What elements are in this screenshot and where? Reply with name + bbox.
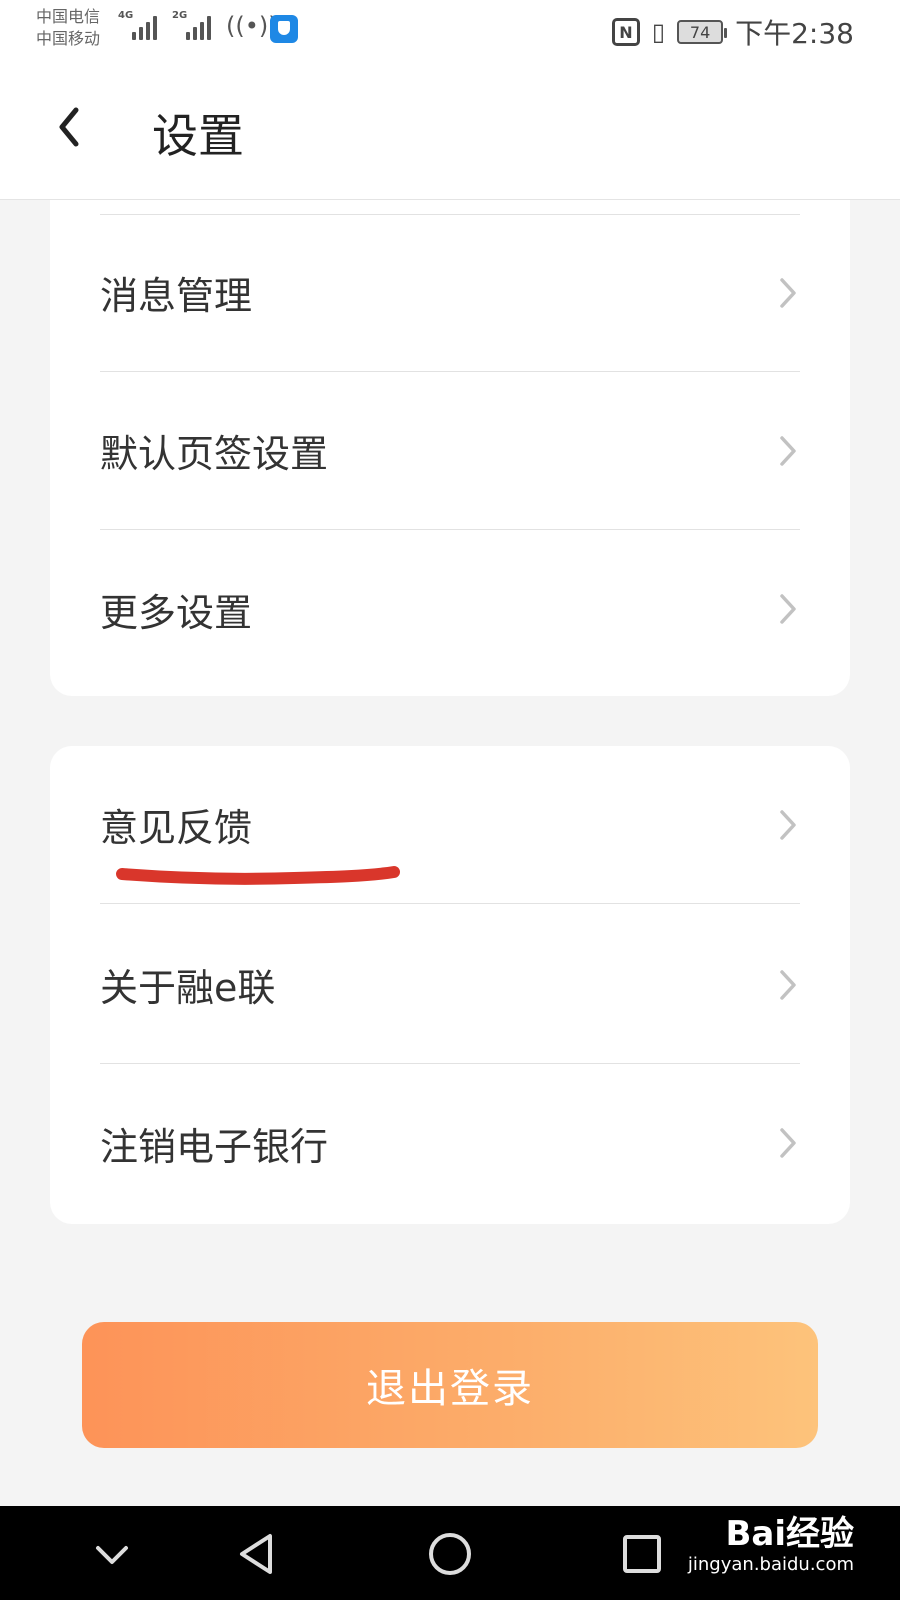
clock: 下午2:38 — [735, 17, 854, 50]
system-nav-bar: Bai经验 jingyan.baidu.com — [0, 1506, 900, 1600]
settings-item-label: 意见反馈 — [100, 806, 253, 850]
sim2-network-label: 2G — [172, 10, 188, 21]
security-shield-icon — [270, 15, 298, 43]
battery-icon: 74 — [677, 20, 728, 44]
square-recents-icon — [623, 1535, 661, 1573]
vibrate-icon: ▯ — [651, 18, 666, 46]
page-title: 设置 — [152, 109, 244, 163]
chevron-down-icon — [96, 1546, 128, 1564]
status-bar: 中国电信 中国移动 4G 2G ((•))2 N ▯ 74 下午2:38 — [0, 0, 900, 62]
carrier-2: 中国移动 — [36, 29, 101, 48]
settings-item-label: 更多设置 — [100, 590, 253, 635]
settings-item-label: 默认页签设置 — [100, 432, 329, 476]
nav-back-button[interactable] — [228, 1526, 288, 1582]
settings-item-about[interactable]: 关于融e联 — [100, 906, 800, 1064]
nfc-icon: N — [611, 18, 640, 46]
chevron-left-icon — [59, 107, 79, 147]
settings-item-default-tab[interactable]: 默认页签设置 — [100, 372, 800, 530]
circle-home-icon — [429, 1533, 471, 1575]
signal-sim1-icon: 4G — [118, 10, 157, 40]
logout-button[interactable]: 退出登录 — [82, 1322, 818, 1448]
watermark-sub: jingyan.baidu.com — [687, 1554, 854, 1575]
nav-recents-button[interactable] — [612, 1526, 672, 1582]
signal-sim2-icon: 2G — [172, 10, 211, 40]
carrier-1: 中国电信 — [36, 7, 101, 26]
annotation-underline — [116, 866, 400, 885]
chevron-right-icon — [780, 278, 796, 308]
chevron-right-icon — [780, 970, 796, 1000]
settings-item-label: 关于融e联 — [100, 966, 276, 1010]
battery-level: 74 — [689, 22, 711, 42]
carrier-names: 中国电信 中国移动 — [36, 6, 100, 50]
settings-group-1: 消息管理 默认页签设置 更多设置 — [50, 200, 850, 696]
chevron-right-icon — [780, 436, 796, 466]
sim1-network-label: 4G — [118, 10, 134, 21]
settings-group-2: 意见反馈 关于融e联 注销电子银行 — [50, 746, 850, 1224]
watermark-main: Bai经验 — [725, 1514, 854, 1554]
chevron-right-icon — [780, 810, 796, 840]
watermark: Bai经验 jingyan.baidu.com — [688, 1514, 854, 1576]
title-bar: 设置 — [0, 62, 900, 200]
settings-item-label: 消息管理 — [100, 274, 253, 318]
settings-item-label: 注销电子银行 — [100, 1124, 329, 1169]
nav-home-button[interactable] — [420, 1526, 480, 1582]
triangle-back-icon — [240, 1534, 272, 1574]
chevron-right-icon — [780, 594, 796, 624]
settings-item-cancel-ebanking[interactable]: 注销电子银行 — [100, 1064, 800, 1222]
settings-item-more-settings[interactable]: 更多设置 — [100, 530, 800, 688]
back-button[interactable] — [46, 94, 96, 160]
chevron-right-icon — [780, 1128, 796, 1158]
settings-item-message-management[interactable]: 消息管理 — [100, 214, 800, 372]
nav-hide-button[interactable] — [82, 1526, 142, 1582]
status-right-group: N ▯ 74 下午2:38 — [611, 12, 854, 52]
